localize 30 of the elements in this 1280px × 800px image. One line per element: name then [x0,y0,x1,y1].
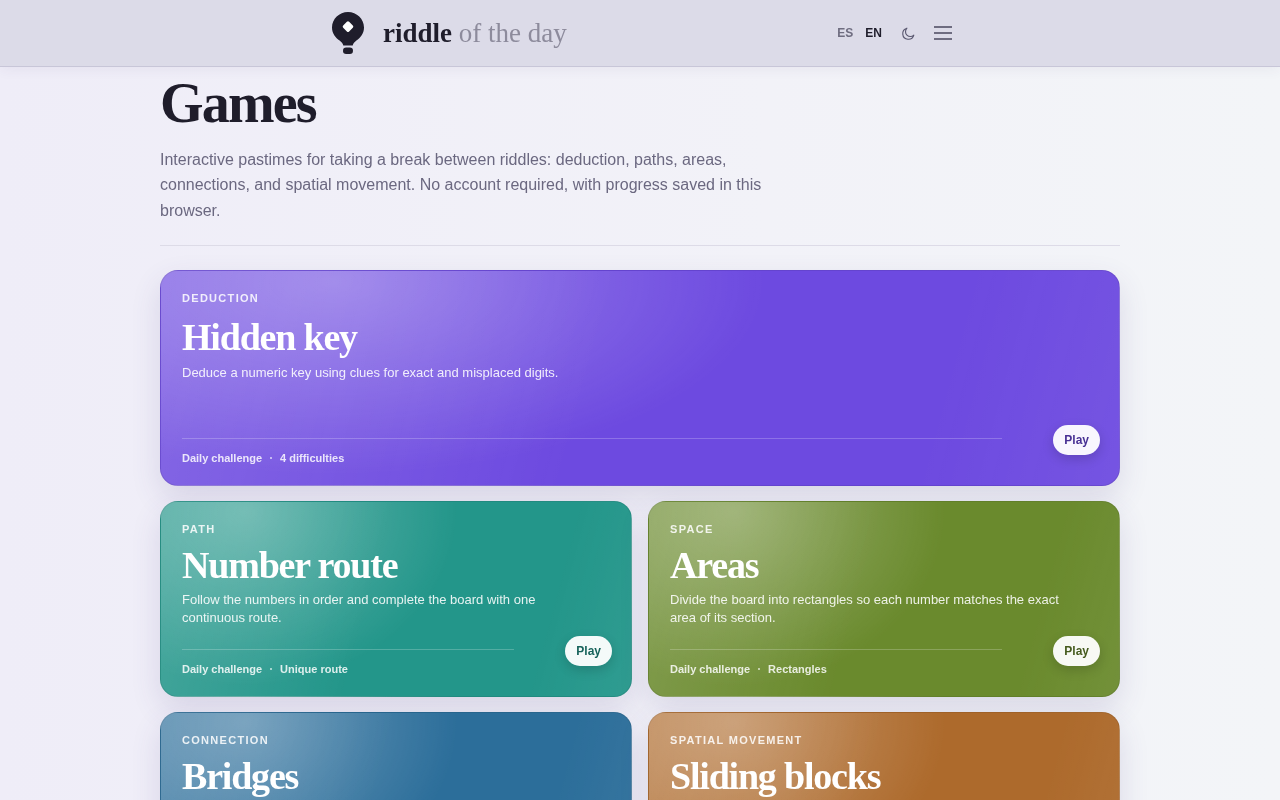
menu-icon [934,26,952,40]
tag-label: 4 difficulties [280,451,345,466]
game-title: Sliding blocks [670,754,882,799]
tag-label: Unique route [280,662,348,677]
category-label: SPACE [670,522,715,537]
tag-label: Daily challenge [182,451,263,466]
game-title: Number route [182,543,399,588]
play-button[interactable]: Play [565,636,612,667]
category-label: PATH [182,522,217,537]
game-description: Divide the board into rectangles so each number matches the exact area of its section. [670,591,1060,628]
page-title: Games [160,73,317,135]
game-title: Bridges [182,754,300,799]
play-button[interactable]: Play [1053,636,1100,667]
game-title: Hidden key [182,315,359,360]
language-option[interactable]: EN [861,23,886,43]
category-label: CONNECTION [182,733,270,748]
site-title[interactable]: riddle of the day [383,19,567,47]
tag-label: Daily challenge [182,662,263,677]
tag-label: Daily challenge [670,662,751,677]
language-option[interactable]: ES [833,23,858,43]
game-title: Areas [670,543,760,588]
game-description: Follow the numbers in order and complete the board with one continuous route. [182,591,537,628]
page-intro: Interactive pastimes for taking a break between riddles: deduction, paths, areas, connections, and spatial movement. No account required, with progress saved in this browser. [160,149,763,221]
tag-label: Rectangles [768,662,827,677]
lightbulb-icon [332,12,364,54]
category-label: DEDUCTION [182,291,261,306]
moon-icon [901,25,916,41]
play-button[interactable]: Play [1053,425,1100,456]
game-description: Deduce a numeric key using clues for exact and misplaced digits. [182,364,560,383]
category-label: SPATIAL MOVEMENT [670,733,804,748]
